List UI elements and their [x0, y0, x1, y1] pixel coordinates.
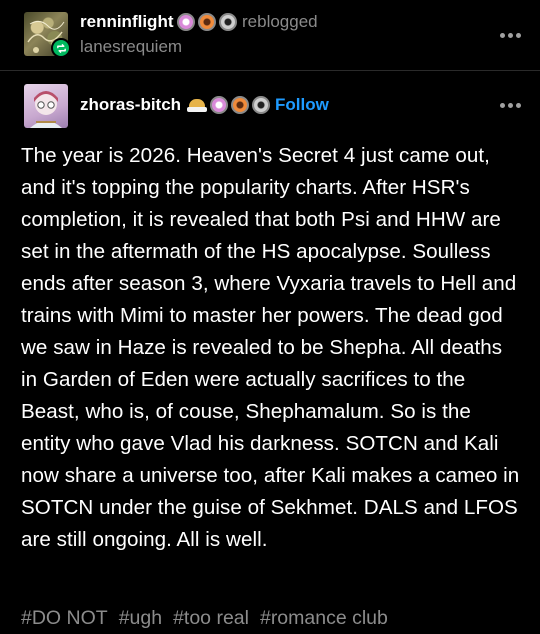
reblogger-username[interactable]: renninflight	[80, 11, 173, 33]
poster-badges	[187, 96, 270, 114]
divider	[0, 70, 540, 71]
gray-badge-icon[interactable]	[252, 96, 270, 114]
pink-badge-icon[interactable]	[177, 13, 195, 31]
pink-badge-icon[interactable]	[210, 96, 228, 114]
reblogger-badges	[177, 13, 237, 31]
reblog-icon	[51, 38, 71, 58]
poster-username[interactable]: zhoras-bitch	[80, 94, 181, 116]
more-options-icon[interactable]	[497, 98, 523, 112]
poster-avatar[interactable]	[24, 84, 68, 128]
post-body-text: The year is 2026. Heaven's Secret 4 just…	[21, 144, 520, 551]
reblogged-label: reblogged	[242, 12, 318, 31]
follow-button[interactable]: Follow	[275, 94, 329, 116]
food-emoji-icon[interactable]	[187, 96, 207, 114]
source-username[interactable]: lanesrequiem	[80, 36, 182, 58]
tag-list: #DO NOT #ugh #too real #romance club	[21, 604, 388, 632]
tag[interactable]: #too real	[173, 604, 249, 632]
gray-badge-icon[interactable]	[219, 13, 237, 31]
tag[interactable]: #DO NOT	[21, 604, 108, 632]
tag[interactable]: #ugh	[119, 604, 162, 632]
orange-badge-icon[interactable]	[198, 13, 216, 31]
avatar-art	[30, 91, 62, 128]
tag[interactable]: #romance club	[260, 604, 388, 632]
more-options-icon[interactable]	[497, 28, 523, 42]
reblog-header: renninflight reblogged lanesrequiem	[0, 0, 540, 70]
orange-badge-icon[interactable]	[231, 96, 249, 114]
